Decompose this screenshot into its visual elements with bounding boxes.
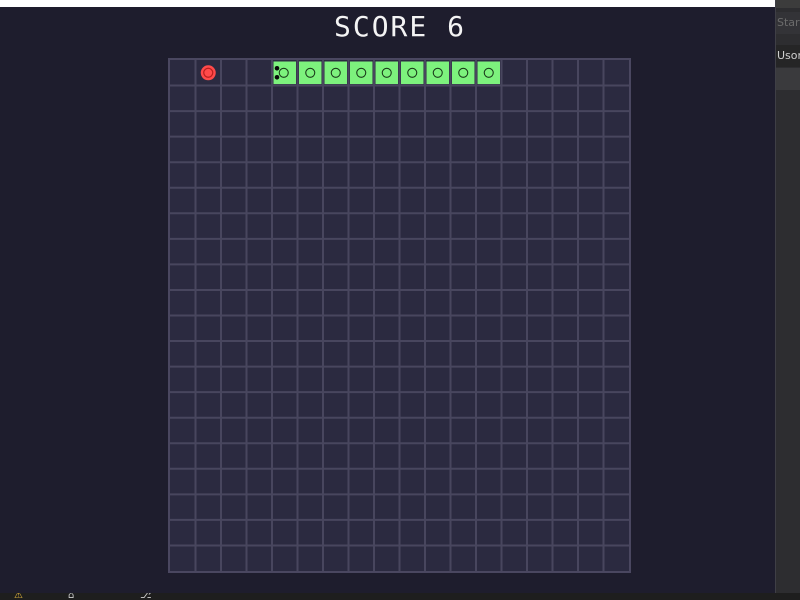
status-bar: ⚠ ⌂ ⎇ <box>0 593 800 600</box>
snake-head <box>273 61 296 85</box>
ide-side-panel: Start UsonC <box>775 0 800 600</box>
snake-segment <box>375 61 398 85</box>
snake-segment <box>426 61 449 85</box>
warning-icon[interactable]: ⚠ <box>14 593 23 600</box>
snake-segment <box>350 61 373 85</box>
snake-eye <box>274 74 280 80</box>
snake-eye <box>274 65 280 71</box>
build-icon[interactable]: ⌂ <box>68 593 74 600</box>
snake-segment <box>324 61 347 85</box>
snake-segment <box>452 61 475 85</box>
food-apple <box>200 65 216 81</box>
snake-segment <box>401 61 424 85</box>
score-label: SCORE 6 <box>333 10 466 43</box>
tab-json[interactable]: UsonC <box>776 45 800 67</box>
branch-icon[interactable]: ⎇ <box>140 593 152 600</box>
game-board[interactable] <box>168 58 631 573</box>
snake-segment <box>477 61 500 85</box>
side-toolbar <box>776 68 800 90</box>
top-strip <box>0 0 775 7</box>
snake-segment <box>299 61 322 85</box>
board-canvas <box>170 60 629 571</box>
tab-start[interactable]: Start <box>776 12 800 34</box>
side-panel-header <box>776 0 800 8</box>
